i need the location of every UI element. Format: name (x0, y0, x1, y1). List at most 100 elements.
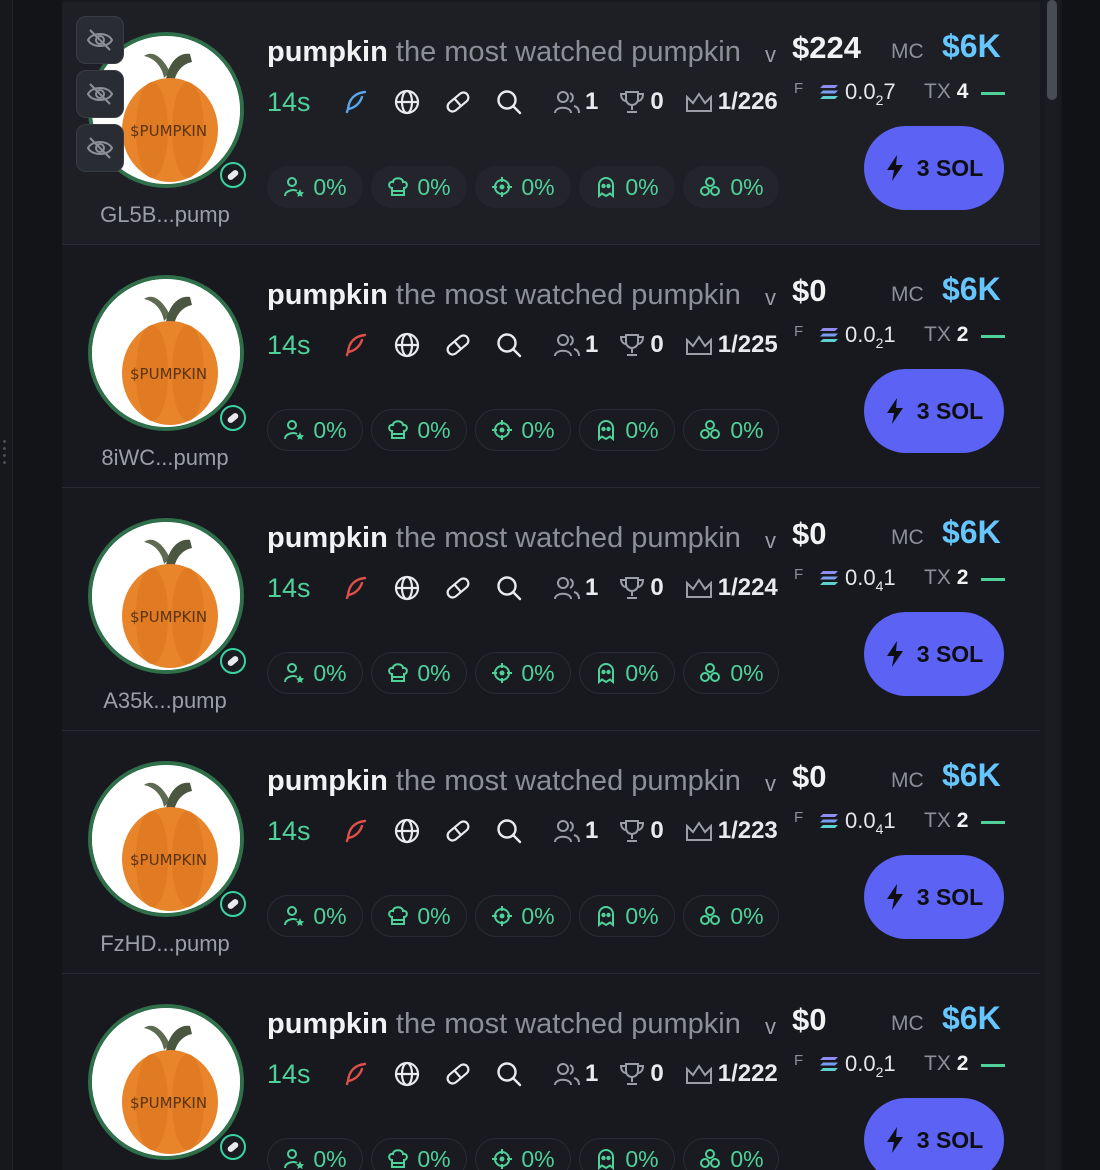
twitter-feather-icon[interactable] (339, 328, 373, 362)
website-globe-icon[interactable] (390, 571, 424, 605)
dev-holding-chip[interactable]: 0% (371, 1138, 467, 1170)
token-title[interactable]: pumpkin the most watched pumpkin (267, 765, 805, 805)
rank-value: 1/224 (717, 574, 778, 601)
pill-link-icon[interactable] (441, 328, 475, 362)
tx-count: 2 (956, 566, 969, 589)
quick-buy-button[interactable]: 3 SOL (864, 369, 1004, 453)
rank-value: 1/225 (717, 331, 778, 358)
quick-buy-button[interactable]: 3 SOL (864, 855, 1004, 939)
twitter-feather-icon[interactable] (339, 85, 373, 119)
search-icon[interactable] (492, 1057, 526, 1091)
search-icon[interactable] (492, 571, 526, 605)
pill-link-icon[interactable] (441, 814, 475, 848)
twitter-feather-icon[interactable] (339, 814, 373, 848)
insiders-chip[interactable]: 0% (579, 895, 675, 937)
token-avatar[interactable]: $PUMPKIN (88, 761, 246, 917)
sol-subscript: 4 (875, 821, 884, 837)
search-icon[interactable] (492, 85, 526, 119)
pill-badge-icon (220, 405, 246, 431)
token-avatar[interactable]: $PUMPKIN (88, 518, 246, 674)
holders-count: 1 (585, 574, 599, 601)
website-globe-icon[interactable] (390, 328, 424, 362)
snipers-chip[interactable]: 0% (475, 895, 571, 937)
token-row[interactable]: $PUMPKIN FzHD...pump pumpkin the most wa… (62, 731, 1040, 974)
token-row[interactable]: $PUMPKIN 8iWC...pump pumpkin the most wa… (62, 245, 1040, 488)
scroll-thumb[interactable] (1047, 0, 1057, 100)
chip-value: 0% (625, 902, 659, 929)
website-globe-icon[interactable] (390, 1057, 424, 1091)
tx-stat: TX 2 (924, 566, 968, 590)
avatar-text: $PUMPKIN (130, 608, 207, 626)
token-address[interactable]: GL5B...pump (62, 202, 268, 228)
dev-holding-chip[interactable]: 0% (371, 409, 467, 451)
quick-buy-button[interactable]: 3 SOL (864, 612, 1004, 696)
snipers-icon (492, 663, 513, 683)
snipers-chip[interactable]: 0% (475, 1138, 571, 1170)
mc-value: $6K (942, 1000, 1001, 1036)
crown-icon (684, 575, 714, 601)
snipers-chip[interactable]: 0% (475, 166, 571, 208)
sol-tail: 7 (883, 79, 896, 104)
token-address[interactable]: FzHD...pump (62, 931, 268, 957)
bundles-chip[interactable]: 0% (683, 652, 779, 694)
token-title[interactable]: pumpkin the most watched pumpkin (267, 1008, 805, 1048)
chip-value: 0% (521, 416, 555, 443)
search-icon[interactable] (492, 814, 526, 848)
bundles-chip[interactable]: 0% (683, 409, 779, 451)
hide-button[interactable] (76, 70, 124, 118)
token-title[interactable]: pumpkin the most watched pumpkin (267, 522, 805, 562)
website-globe-icon[interactable] (390, 814, 424, 848)
website-globe-icon[interactable] (390, 85, 424, 119)
bundles-chip[interactable]: 0% (683, 895, 779, 937)
top-holders-chip[interactable]: 0% (267, 409, 363, 451)
quick-buy-button[interactable]: 3 SOL (864, 1098, 1004, 1170)
token-title[interactable]: pumpkin the most watched pumpkin (267, 36, 805, 76)
dev-holding-chip[interactable]: 0% (371, 166, 467, 208)
twitter-feather-icon[interactable] (339, 1057, 373, 1091)
avatar-ring: $PUMPKIN (88, 761, 244, 917)
hide-button[interactable] (76, 124, 124, 172)
snipers-icon (492, 177, 513, 197)
quick-buy-button[interactable]: 3 SOL (864, 126, 1004, 210)
hide-button[interactable] (76, 16, 124, 64)
top-holders-chip[interactable]: 0% (267, 895, 363, 937)
pill-link-icon[interactable] (441, 85, 475, 119)
insiders-chip[interactable]: 0% (579, 409, 675, 451)
token-title[interactable]: pumpkin the most watched pumpkin (267, 279, 805, 319)
top-holders-chip[interactable]: 0% (267, 652, 363, 694)
token-row[interactable]: $PUMPKIN A35k...pump pumpkin the most wa… (62, 488, 1040, 731)
resize-grip-icon[interactable] (3, 440, 7, 464)
token-avatar[interactable]: $PUMPKIN (88, 275, 246, 431)
twitter-feather-icon[interactable] (339, 571, 373, 605)
dev-holding-chip[interactable]: 0% (371, 652, 467, 694)
insiders-chip[interactable]: 0% (579, 166, 675, 208)
token-avatar[interactable]: $PUMPKIN (88, 1004, 246, 1160)
snipers-chip[interactable]: 0% (475, 652, 571, 694)
mc-value: $6K (942, 514, 1001, 550)
top-holders-chip[interactable]: 0% (267, 1138, 363, 1170)
search-icon[interactable] (492, 328, 526, 362)
token-address[interactable]: A35k...pump (62, 688, 268, 714)
token-row[interactable]: $PUMPKIN GL5B...pump pumpkin the most wa… (62, 2, 1040, 245)
tx-count: 2 (956, 1052, 969, 1075)
insiders-chip[interactable]: 0% (579, 652, 675, 694)
top-holders-chip[interactable]: 0% (267, 166, 363, 208)
insiders-chip[interactable]: 0% (579, 1138, 675, 1170)
holders-stat: 1 (553, 574, 598, 602)
snipers-chip[interactable]: 0% (475, 409, 571, 451)
chip-value: 0% (521, 659, 555, 686)
chip-value: 0% (730, 173, 764, 200)
dev-holding-chip[interactable]: 0% (371, 895, 467, 937)
scrollbar[interactable] (1045, 0, 1060, 1170)
bundles-chip[interactable]: 0% (683, 1138, 779, 1170)
pill-link-icon[interactable] (441, 571, 475, 605)
snipers-icon (492, 906, 513, 926)
pill-link-icon[interactable] (441, 1057, 475, 1091)
token-row[interactable]: $PUMPKIN pumpkin the most watched pumpki… (62, 974, 1040, 1170)
caret-label: v (765, 771, 776, 796)
avatar-ring: $PUMPKIN (88, 1004, 244, 1160)
audit-chips: 0% 0% 0% 0% 0% (267, 652, 779, 694)
mc-value: $6K (942, 271, 1001, 307)
token-address[interactable]: 8iWC...pump (62, 445, 268, 471)
bundles-chip[interactable]: 0% (683, 166, 779, 208)
